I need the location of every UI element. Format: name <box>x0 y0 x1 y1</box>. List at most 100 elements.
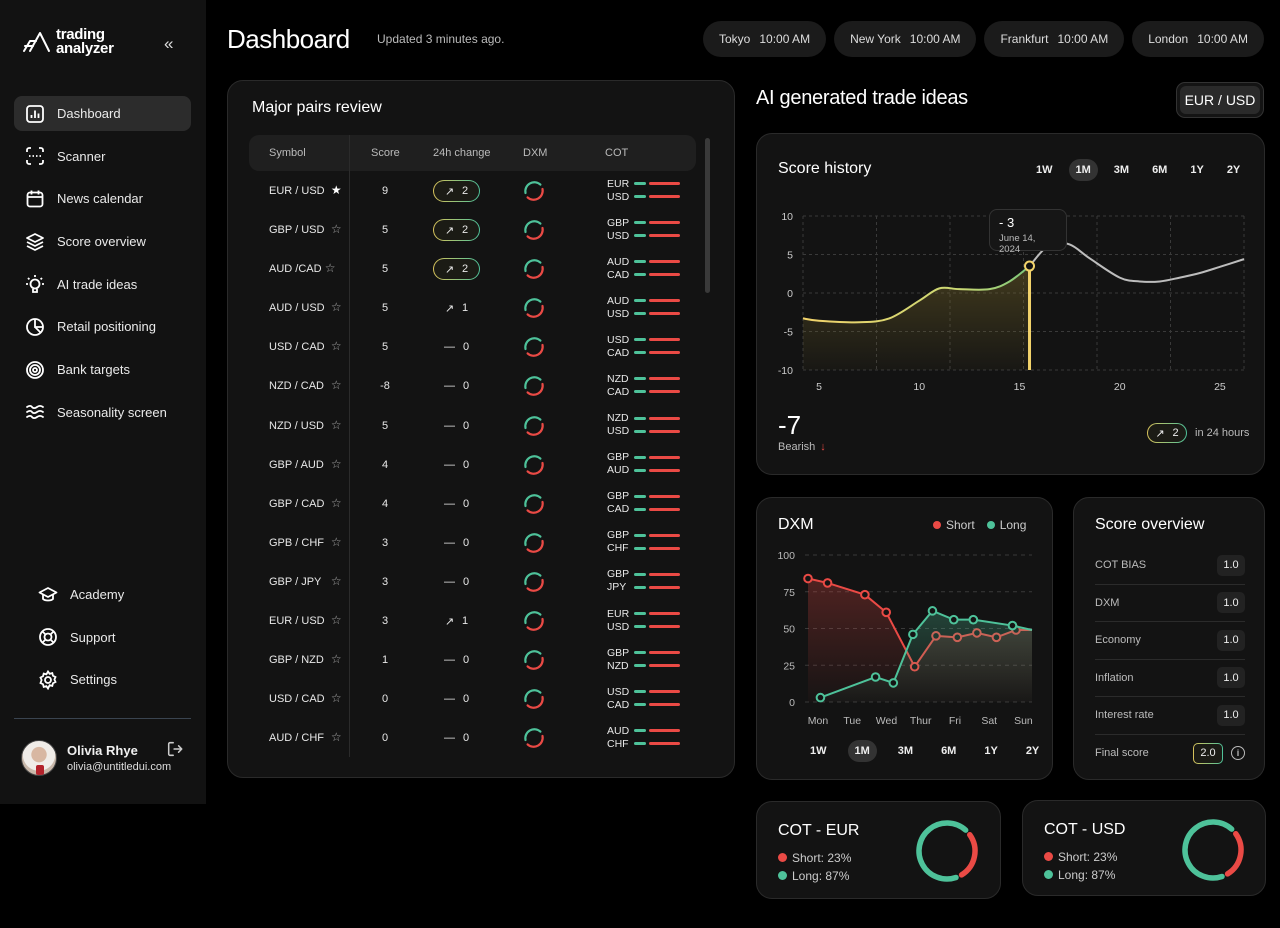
dxm-chart[interactable]: 100 75 50 25 0 Mon Tue Wed Thur Fri Sat Sun <box>757 542 1052 732</box>
table-row[interactable]: GBP / NZD ☆ 1 —0 GBP NZD <box>249 641 696 680</box>
star-icon[interactable]: ☆ <box>331 339 342 353</box>
table-row[interactable]: AUD /CAD ☆ 5 ↗ 2 AUD CAD <box>249 250 696 289</box>
change-value: 1 <box>462 302 469 315</box>
tab-1y[interactable]: 1Y <box>1183 159 1210 181</box>
table-scrollbar[interactable] <box>705 138 710 293</box>
score-value: 1.0 <box>1217 629 1245 651</box>
clock-new-york[interactable]: New York 10:00 AM <box>834 21 977 57</box>
x-tick-label: 10 <box>913 381 925 393</box>
sidebar-item-academy[interactable]: Academy <box>28 577 188 612</box>
tab-1w[interactable]: 1W <box>803 740 834 762</box>
sidebar-item-dashboard[interactable]: Dashboard <box>14 96 191 131</box>
tab-3m[interactable]: 3M <box>891 740 920 762</box>
star-icon[interactable]: ☆ <box>331 613 342 627</box>
sidebar-item-support[interactable]: Support <box>28 620 188 655</box>
cot-bars: AUD USD <box>607 294 687 320</box>
long-bar <box>634 234 646 238</box>
sidebar-item-seasonality-screen[interactable]: Seasonality screen <box>14 395 191 430</box>
sidebar-item-settings[interactable]: Settings <box>28 662 188 697</box>
table-row[interactable]: GBP / USD ☆ 5 ↗ 2 GBP USD <box>249 211 696 250</box>
user-profile[interactable]: Olivia Rhye olivia@untitledui.com <box>21 740 171 776</box>
pairs-table-body: EUR / USD ★ 9 ↗ 2 EUR USD GBP / USD ☆ 5 ↗… <box>249 172 696 758</box>
star-icon[interactable]: ☆ <box>325 261 336 275</box>
tab-1w[interactable]: 1W <box>1029 159 1060 181</box>
cot-currency: AUD <box>607 464 630 477</box>
tab-6m[interactable]: 6M <box>1145 159 1174 181</box>
star-icon[interactable]: ☆ <box>331 418 342 432</box>
sidebar-item-ai-trade-ideas[interactable]: AI trade ideas <box>14 267 191 302</box>
star-filled-icon[interactable]: ★ <box>331 183 342 197</box>
tab-6m[interactable]: 6M <box>934 740 963 762</box>
sidebar-item-news-calendar[interactable]: News calendar <box>14 181 191 216</box>
tab-1m[interactable]: 1M <box>847 740 877 762</box>
long-bar <box>634 494 646 498</box>
clock-city: London <box>1148 32 1189 46</box>
star-icon[interactable]: ☆ <box>331 496 342 510</box>
tab-1y[interactable]: 1Y <box>977 740 1004 762</box>
cot-bars: AUD CAD <box>607 255 687 281</box>
dxm-ring-icon <box>524 532 544 553</box>
clock-frankfurt[interactable]: Frankfurt 10:00 AM <box>984 21 1125 57</box>
long-bar <box>634 182 646 185</box>
star-icon[interactable]: ☆ <box>331 222 342 236</box>
clock-tokyo[interactable]: Tokyo 10:00 AM <box>703 21 827 57</box>
sidebar-item-scanner[interactable]: Scanner <box>14 139 191 174</box>
column-header-score[interactable]: Score <box>371 147 400 159</box>
sidebar-item-retail-positioning[interactable]: Retail positioning <box>14 309 191 344</box>
table-row[interactable]: GBP / JPY ☆ 3 —0 GBP JPY <box>249 563 696 602</box>
point-long <box>1007 620 1018 631</box>
logout-icon[interactable] <box>166 740 184 758</box>
table-row[interactable]: NZD / USD ☆ 5 —0 NZD USD <box>249 407 696 446</box>
short-bar <box>649 651 680 655</box>
table-row[interactable]: GPB / CHF ☆ 3 —0 GBP CHF <box>249 524 696 563</box>
table-row[interactable]: NZD / CAD ☆ -8 —0 NZD CAD <box>249 367 696 406</box>
star-icon[interactable]: ☆ <box>331 535 342 549</box>
star-icon[interactable]: ☆ <box>331 691 342 705</box>
star-icon[interactable]: ☆ <box>331 378 342 392</box>
star-icon[interactable]: ☆ <box>331 574 342 588</box>
star-icon[interactable]: ☆ <box>331 457 342 471</box>
x-tick-label: Sun <box>1014 715 1033 727</box>
long-bar <box>634 729 646 733</box>
long-bar <box>634 585 646 589</box>
sidebar-item-bank-targets[interactable]: Bank targets <box>14 352 191 387</box>
long-bar <box>634 612 646 616</box>
table-row[interactable]: EUR / USD ★ 9 ↗ 2 EUR USD <box>249 172 696 211</box>
pair-selector[interactable]: EUR / USD <box>1176 82 1264 118</box>
long-bar <box>634 703 646 707</box>
table-row[interactable]: AUD / USD ☆ 5 ↗ 1 AUD USD <box>249 289 696 328</box>
arrow-down-icon: ↓ <box>820 441 826 453</box>
column-header-dxm[interactable]: DXM <box>523 147 547 159</box>
cot-currency: USD <box>607 425 630 438</box>
star-icon[interactable]: ☆ <box>331 652 342 666</box>
table-row[interactable]: USD / CAD ☆ 5 —0 USD CAD <box>249 328 696 367</box>
column-header-symbol[interactable]: Symbol <box>269 147 306 159</box>
cot-eur-card: COT - EUR Short: 23% Long: 87% <box>756 801 1001 899</box>
table-row[interactable]: EUR / USD ☆ 3 ↗ 1 EUR USD <box>249 602 696 641</box>
column-header-24h-change[interactable]: 24h change <box>433 147 491 159</box>
star-icon[interactable]: ☆ <box>331 730 342 744</box>
info-icon[interactable]: i <box>1231 746 1245 761</box>
table-row[interactable]: GBP / CAD ☆ 4 —0 GBP CAD <box>249 485 696 524</box>
table-row[interactable]: AUD / CHF ☆ 0 —0 AUD CHF <box>249 719 696 758</box>
tab-2y[interactable]: 2Y <box>1019 740 1046 762</box>
tooltip-value: - 3 <box>999 215 1015 230</box>
tab-1m[interactable]: 1M <box>1068 159 1098 181</box>
legend-short: Short <box>933 518 975 532</box>
collapse-sidebar-button[interactable]: « <box>164 34 173 54</box>
column-header-cot[interactable]: COT <box>605 147 628 159</box>
tab-3m[interactable]: 3M <box>1107 159 1136 181</box>
dxm-ring-icon <box>524 728 544 749</box>
tab-2y[interactable]: 2Y <box>1220 159 1247 181</box>
star-icon[interactable]: ☆ <box>331 300 342 314</box>
table-row[interactable]: USD / CAD ☆ 0 —0 USD CAD <box>249 680 696 719</box>
table-row[interactable]: GBP / AUD ☆ 4 —0 GBP AUD <box>249 446 696 485</box>
long-bar <box>634 455 646 459</box>
cot-currency: GBP <box>607 216 630 229</box>
clock-london[interactable]: London 10:00 AM <box>1132 21 1264 57</box>
logo[interactable]: trading analyzer <box>22 27 114 56</box>
x-tick-label: Tue <box>843 715 861 727</box>
pair-symbol: NZD / USD <box>269 419 324 432</box>
sidebar-item-score-overview[interactable]: Score overview <box>14 224 191 259</box>
clock-time: 10:00 AM <box>1057 32 1109 46</box>
